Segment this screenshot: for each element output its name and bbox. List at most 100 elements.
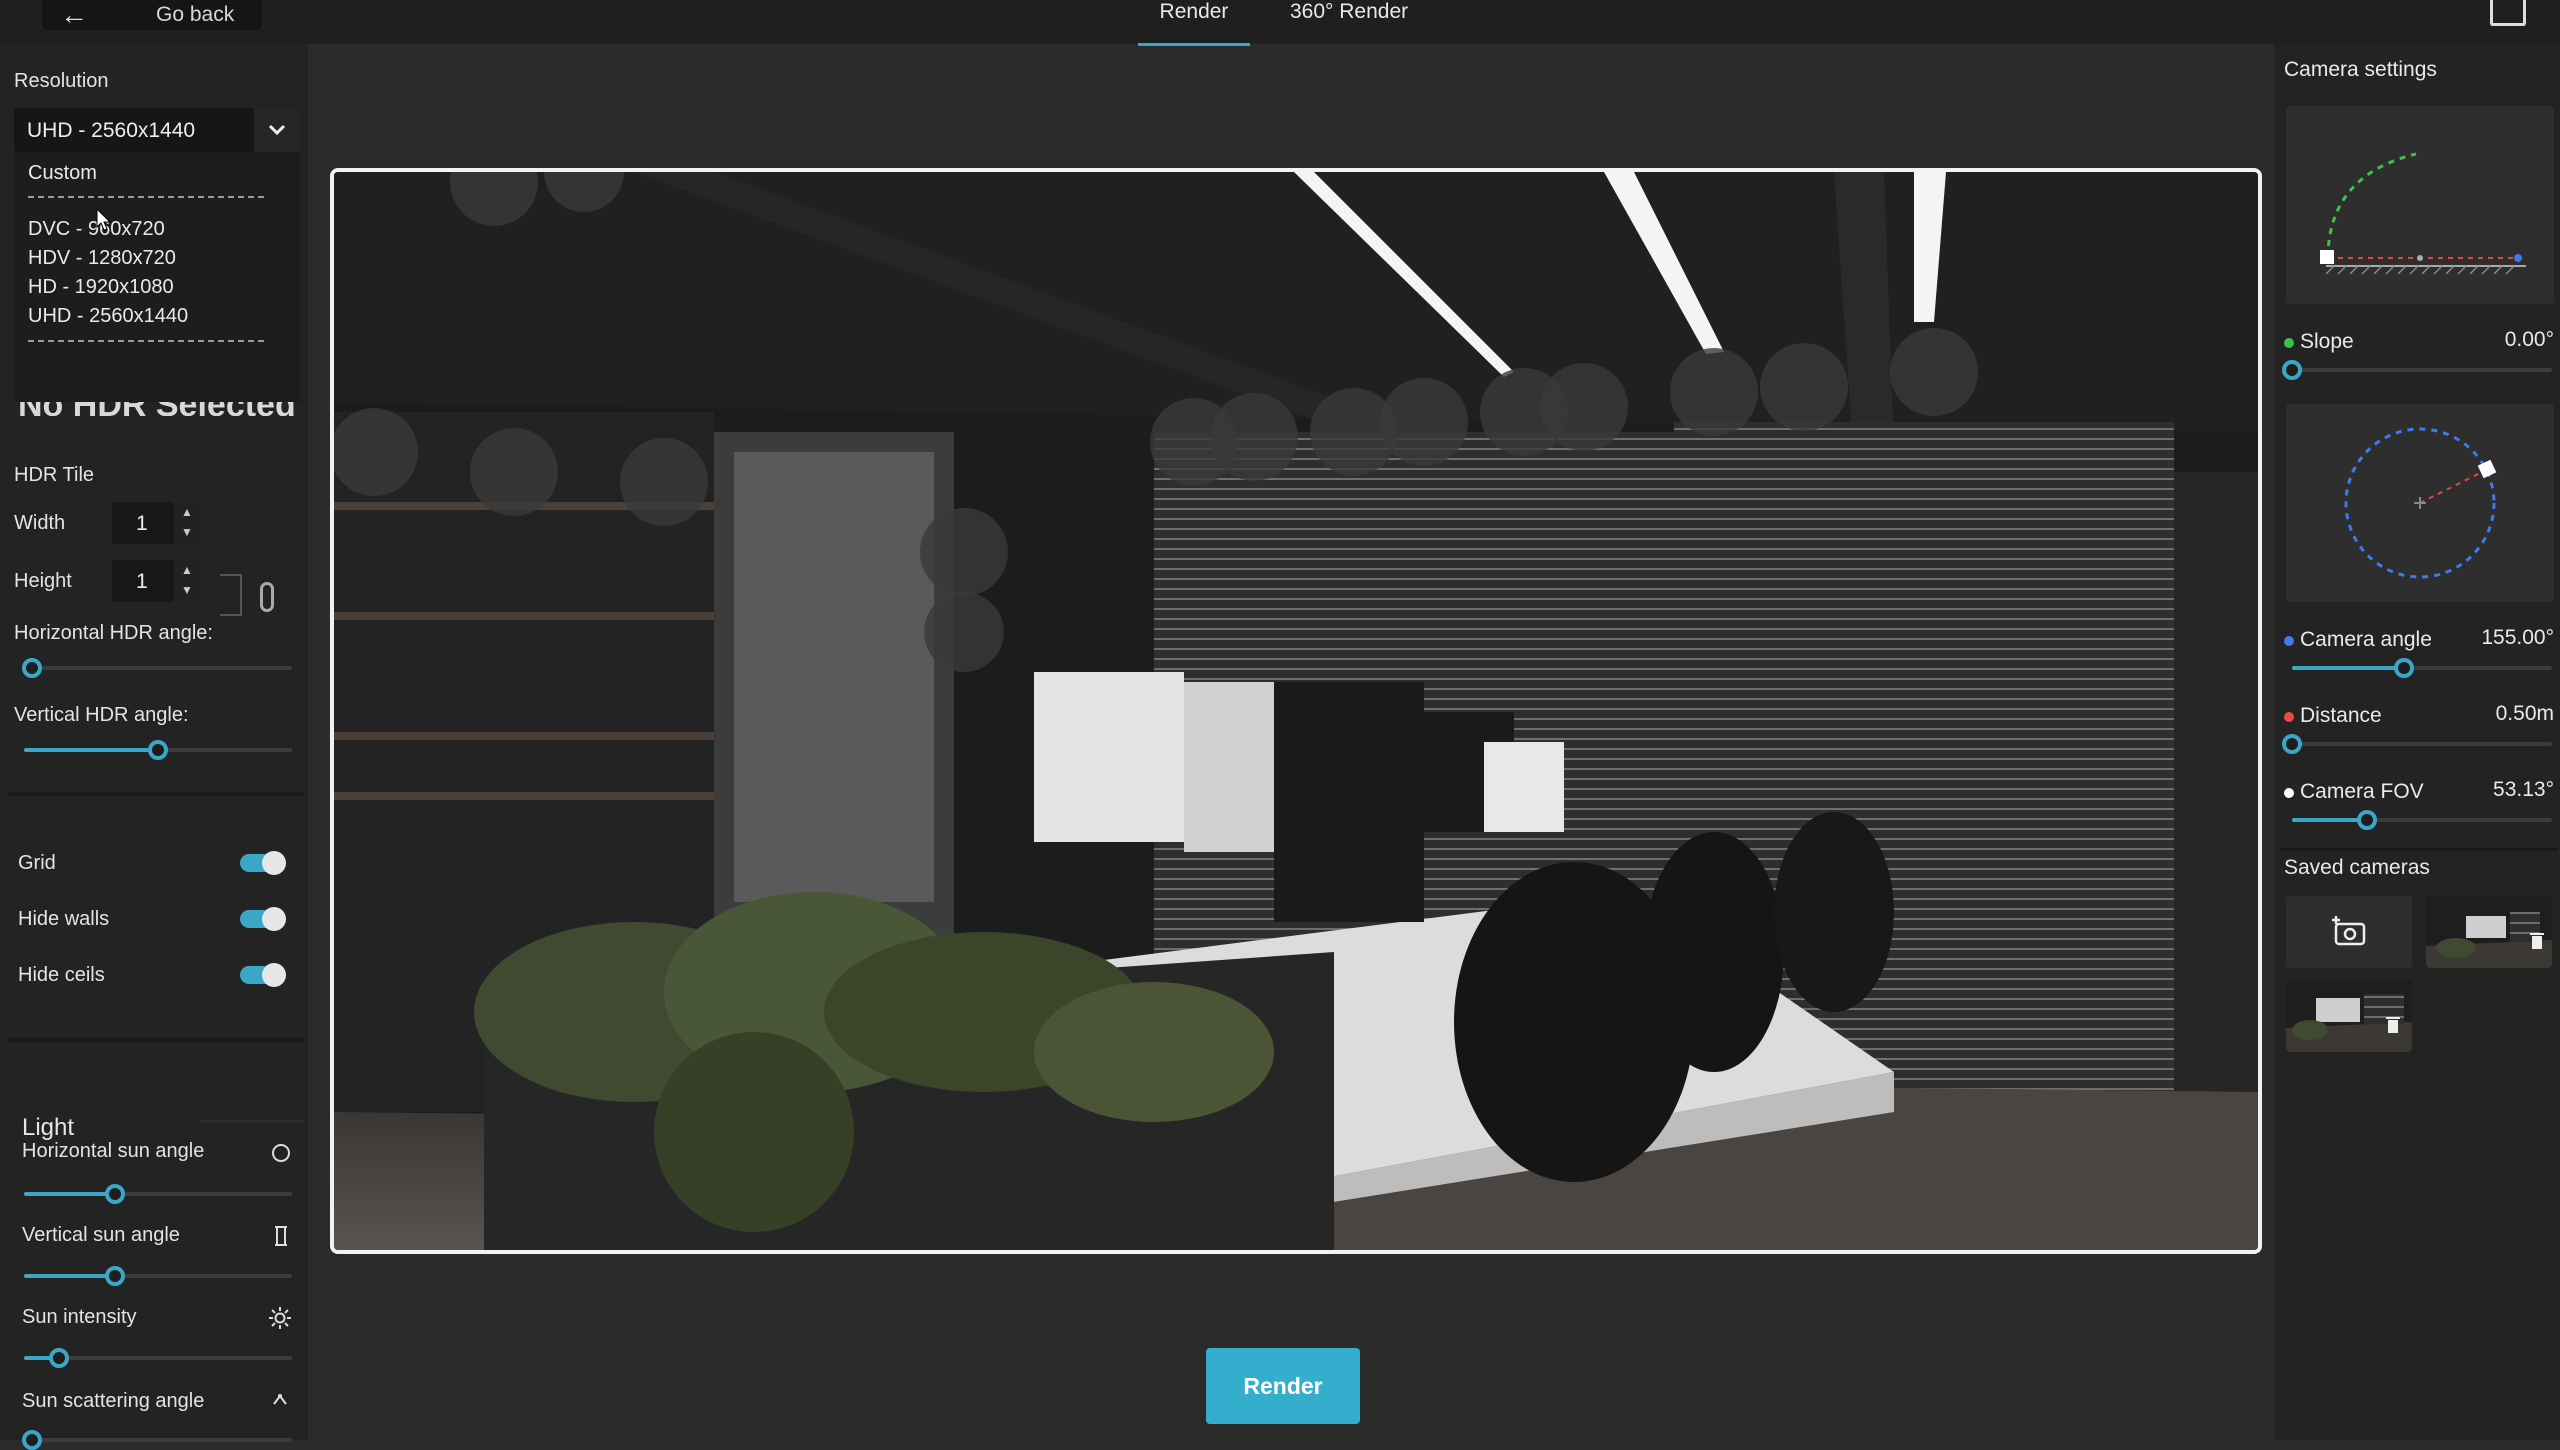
sun-icon [269, 1307, 291, 1329]
slider-track [2292, 368, 2552, 372]
camera-fov-value: 53.13° [2493, 778, 2554, 801]
dropdown-item-hd[interactable]: HD - 1920x1080 [28, 276, 174, 299]
camera-plus-icon [2332, 916, 2366, 946]
left-panel: Resolution UHD - 2560x1440 No HDR Select… [0, 44, 308, 1450]
toggle-knob [262, 907, 286, 931]
add-camera-button[interactable] [2286, 896, 2412, 968]
dropdown-separator [28, 196, 264, 198]
hide-ceils-toggle[interactable] [240, 963, 286, 987]
dropdown-item-hdv[interactable]: HDV - 1280x720 [28, 247, 176, 270]
hide-walls-toggle[interactable] [240, 907, 286, 931]
slider-track [24, 1438, 292, 1442]
horizontal-sun-angle-slider[interactable] [24, 1184, 292, 1204]
camera-angle-gizmo[interactable] [2286, 404, 2554, 602]
saved-cameras-title: Saved cameras [2284, 856, 2430, 879]
distance-value: 0.50m [2495, 702, 2554, 725]
mouse-cursor-icon [96, 208, 112, 231]
camera-fov-slider[interactable] [2292, 810, 2552, 830]
slider-thumb[interactable] [2282, 734, 2302, 754]
slider-fill [24, 748, 158, 752]
slope-gizmo[interactable] [2286, 106, 2554, 304]
width-label: Width [14, 512, 66, 534]
toggle-hide-ceils-label: Hide ceils [18, 964, 105, 986]
render-button[interactable]: Render [1206, 1348, 1360, 1424]
distance-slider[interactable] [2282, 734, 2552, 754]
hdr-tile-label: HDR Tile [14, 464, 95, 486]
horizontal-sun-angle-label: Horizontal sun angle [22, 1140, 205, 1162]
slider-track [2292, 742, 2552, 746]
camera-fov-color-dot [2284, 788, 2294, 798]
link-bracket [220, 574, 242, 616]
active-tab-indicator [1138, 43, 1250, 46]
saved-camera-thumbnail[interactable] [2286, 980, 2412, 1052]
sun-scattering-angle-slider[interactable] [22, 1430, 292, 1450]
height-label: Height [14, 570, 72, 592]
distance-color-dot [2284, 712, 2294, 722]
tab-360-render[interactable]: 360° Render [1290, 0, 1408, 44]
horizontal-hdr-angle-slider[interactable] [22, 658, 292, 678]
sun-scattering-angle-label: Sun scattering angle [22, 1390, 205, 1412]
tab-render[interactable]: Render [1138, 0, 1250, 46]
height-stepper[interactable]: 1 ▲ ▼ [112, 560, 200, 602]
dropdown-item-custom[interactable]: Custom [28, 162, 97, 185]
sun-intensity-label: Sun intensity [22, 1306, 137, 1328]
pillar-icon [275, 1226, 287, 1246]
slider-thumb[interactable] [2393, 658, 2414, 678]
width-value: 1 [136, 512, 148, 535]
slider-thumb[interactable] [148, 740, 168, 760]
slider-thumb[interactable] [22, 1430, 43, 1450]
link-icon[interactable] [260, 582, 274, 612]
slider-thumb[interactable] [22, 658, 43, 678]
vertical-sun-angle-slider[interactable] [24, 1266, 292, 1286]
height-value: 1 [136, 570, 148, 593]
slider-thumb[interactable] [2282, 360, 2302, 380]
arrow-left-icon: ← [60, 0, 88, 30]
slope-slider[interactable] [2282, 360, 2552, 380]
slider-thumb[interactable] [2357, 810, 2378, 830]
camera-angle-value: 155.00° [2481, 626, 2554, 649]
saved-camera-thumbnail[interactable] [2426, 896, 2552, 968]
camera-angle-slider[interactable] [2292, 658, 2552, 678]
divider [8, 1038, 304, 1042]
trash-icon[interactable] [2530, 932, 2544, 950]
chevron-down-icon[interactable] [254, 108, 300, 152]
slider-fill [2292, 666, 2404, 670]
top-bar: ← Go back Render 360° Render [0, 0, 2560, 46]
slider-fill [24, 1192, 116, 1196]
resolution-label: Resolution [14, 70, 109, 92]
dropdown-separator [28, 340, 264, 342]
slider-fill [24, 1274, 116, 1278]
vertical-hdr-angle-slider[interactable] [24, 740, 292, 760]
camera-fov-label: Camera FOV [2300, 780, 2424, 803]
tab-360-render-label: 360° Render [1290, 0, 1409, 23]
camera-angle-color-dot [2284, 636, 2294, 646]
tab-render-label: Render [1159, 0, 1229, 23]
dropdown-item-uhd[interactable]: UHD - 2560x1440 [28, 305, 188, 328]
vertical-hdr-angle-label: Vertical HDR angle: [14, 704, 189, 726]
slider-thumb[interactable] [48, 1348, 69, 1368]
horizontal-hdr-angle-label: Horizontal HDR angle: [14, 622, 213, 644]
camera-angle-label: Camera angle [2300, 628, 2432, 651]
resolution-select[interactable]: UHD - 2560x1440 [14, 108, 300, 152]
width-stepper[interactable]: 1 ▲ ▼ [112, 502, 200, 544]
go-back-button[interactable]: ← Go back [42, 0, 262, 30]
divider [2280, 848, 2558, 851]
slider-track [24, 666, 292, 670]
render-viewport[interactable] [330, 168, 2262, 1254]
slider-thumb[interactable] [105, 1184, 126, 1204]
divider [8, 792, 304, 796]
vertical-sun-angle-label: Vertical sun angle [22, 1224, 180, 1246]
sun-intensity-slider[interactable] [24, 1348, 292, 1368]
stepper-arrows-icon[interactable]: ▲ ▼ [174, 502, 200, 544]
slider-thumb[interactable] [105, 1266, 126, 1286]
toggle-grid-label: Grid [18, 852, 56, 874]
camera-settings-title: Camera settings [2284, 58, 2437, 81]
slope-label: Slope [2300, 330, 2354, 353]
light-section-title: Light [22, 1114, 75, 1141]
resolution-value: UHD - 2560x1440 [27, 119, 196, 142]
trash-icon[interactable] [2386, 1016, 2400, 1034]
stepper-arrows-icon[interactable]: ▲ ▼ [174, 560, 200, 602]
image-gallery-icon[interactable] [2490, 0, 2526, 26]
slider-fill [2292, 818, 2368, 822]
grid-toggle[interactable] [240, 851, 286, 875]
